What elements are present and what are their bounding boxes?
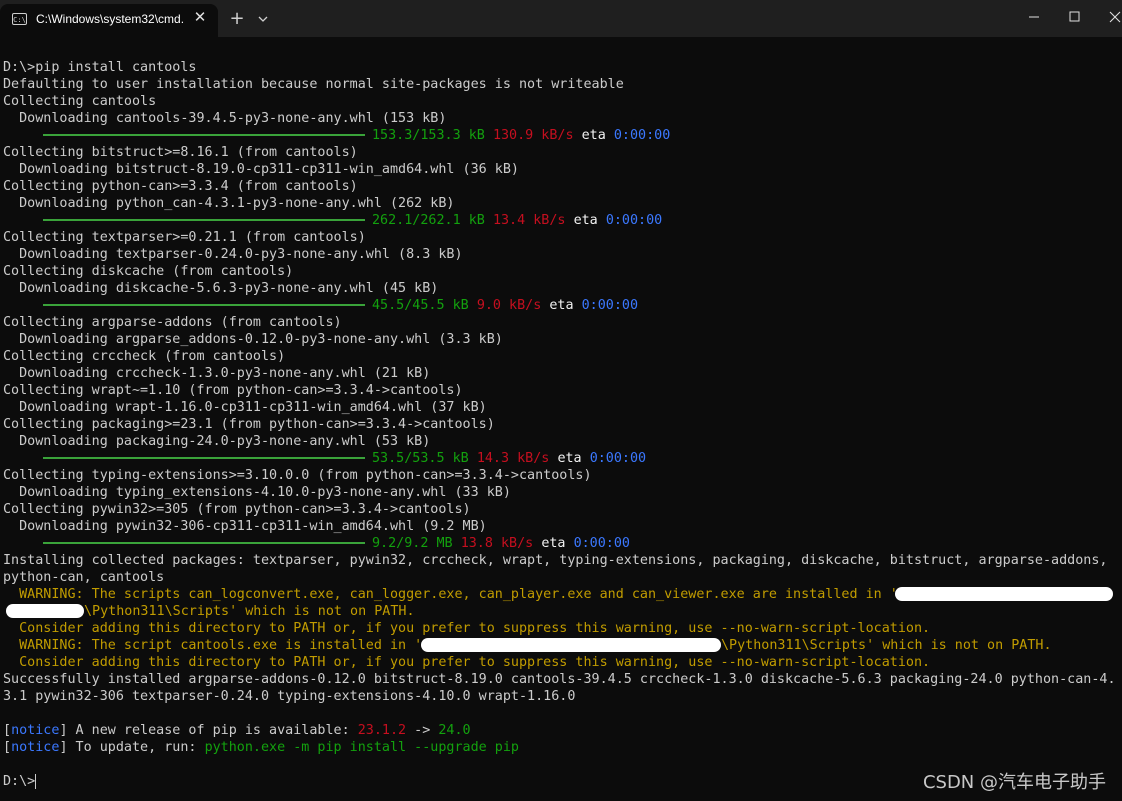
eta-value: 0:00:00 (589, 451, 647, 466)
progress-bar (43, 457, 365, 459)
progress-bar (43, 219, 365, 221)
output-line: Downloading wrapt-1.16.0-cp311-cp311-win… (3, 400, 487, 415)
output-line: Collecting packaging>=23.1 (from python-… (3, 417, 495, 432)
output-line: Collecting diskcache (from cantools) (3, 264, 294, 279)
terminal-tab[interactable]: C:\ C:\Windows\system32\cmd.e: ✕ (0, 4, 218, 37)
output-line: Collecting argparse-addons (from cantool… (3, 315, 342, 330)
chevron-down-icon[interactable] (254, 9, 272, 29)
notice-line: [notice] A new release of pip is availab… (3, 722, 471, 739)
eta-label: eta (581, 128, 606, 143)
redaction-mask (421, 638, 721, 652)
eta-value: 0:00:00 (573, 536, 630, 551)
cmd-icon: C:\ (12, 13, 27, 25)
progress-bar (43, 134, 365, 136)
output-line: Collecting pywin32>=305 (from python-can… (3, 502, 471, 517)
tab-close-icon[interactable]: ✕ (191, 8, 209, 26)
eta-label: eta (549, 298, 574, 313)
notice-text: To update, run: (67, 740, 205, 755)
progress-status: 153.3/153.3 kB 130.9 kB/s eta 0:00:00 (372, 127, 670, 144)
warning-line: WARNING: The scripts can_logconvert.exe,… (3, 587, 898, 602)
output-line: python-can, cantools (3, 570, 165, 585)
tab-title: C:\Windows\system32\cmd.e: (36, 12, 184, 26)
output-line: Downloading python_can-4.3.1-py3-none-an… (3, 196, 455, 211)
progress-speed: 9.0 kB/s (476, 298, 542, 313)
progress-bar (43, 304, 365, 306)
output-line: Downloading pywin32-306-cp311-cp311-win_… (3, 519, 487, 534)
progress-speed: 14.3 kB/s (476, 451, 550, 466)
minimize-icon[interactable] (1011, 0, 1057, 36)
output-line: Collecting textparser>=0.21.1 (from cant… (3, 230, 366, 245)
notice-bracket: ] (59, 723, 68, 738)
progress-done: 53.5/53.5 kB (372, 451, 469, 466)
title-bar: C:\ C:\Windows\system32\cmd.e: ✕ + (0, 0, 1122, 37)
warning-line: WARNING: The script cantools.exe is inst… (3, 638, 423, 653)
output-line: Collecting cantools (3, 94, 157, 109)
eta-label: eta (557, 451, 582, 466)
progress-done: 262.1/262.1 kB (372, 213, 485, 228)
warning-line: \Python311\Scripts' which is not on PATH… (84, 604, 415, 619)
notice-text: A new release of pip is available: (67, 723, 358, 738)
progress-speed: 13.4 kB/s (492, 213, 566, 228)
output-line: Downloading packaging-24.0-py3-none-any.… (3, 434, 431, 449)
close-window-icon[interactable] (1092, 0, 1122, 36)
eta-label: eta (541, 536, 566, 551)
eta-value: 0:00:00 (605, 213, 663, 228)
output-line: Defaulting to user installation because … (3, 77, 624, 92)
progress-speed: 130.9 kB/s (492, 128, 574, 143)
redaction-mask (895, 587, 1113, 601)
progress-status: 262.1/262.1 kB 13.4 kB/s eta 0:00:00 (372, 212, 662, 229)
notice-line: [notice] To update, run: python.exe -m p… (3, 739, 519, 756)
upgrade-command: python.exe -m pip install --upgrade pip (204, 740, 519, 755)
eta-value: 0:00:00 (581, 298, 639, 313)
warning-line: Consider adding this directory to PATH o… (3, 655, 931, 670)
progress-done: 153.3/153.3 kB (372, 128, 485, 143)
notice-bracket: ] (59, 740, 68, 755)
progress-speed: 13.8 kB/s (460, 536, 534, 551)
output-line: Collecting python-can>=3.3.4 (from canto… (3, 179, 358, 194)
output-line: Downloading diskcache-5.6.3-py3-none-any… (3, 281, 439, 296)
progress-status: 9.2/9.2 MB 13.8 kB/s eta 0:00:00 (372, 535, 630, 552)
output-line: Downloading argparse_addons-0.12.0-py3-n… (3, 332, 503, 347)
terminal-output[interactable]: D:\>pip install cantools Defaulting to u… (0, 37, 1122, 801)
new-tab-icon[interactable]: + (228, 9, 246, 29)
notice-tag: notice (11, 723, 60, 738)
redaction-mask (6, 604, 84, 618)
output-line: Installing collected packages: textparse… (3, 553, 1108, 568)
output-line: D:\>pip install cantools (3, 60, 197, 75)
progress-done: 9.2/9.2 MB (372, 536, 453, 551)
output-line: 3.1 pywin32-306 textparser-0.24.0 typing… (3, 689, 576, 704)
watermark: CSDN @汽车电子助手 (922, 772, 1106, 793)
new-version: 24.0 (438, 723, 471, 738)
output-line: Downloading textparser-0.24.0-py3-none-a… (3, 247, 463, 262)
progress-bar (43, 542, 365, 544)
warning-line: Consider adding this directory to PATH o… (3, 621, 931, 636)
command-prompt[interactable]: D:\> (3, 773, 37, 790)
progress-status: 53.5/53.5 kB 14.3 kB/s eta 0:00:00 (372, 450, 646, 467)
output-line: Collecting typing-extensions>=3.10.0.0 (… (3, 468, 592, 483)
eta-label: eta (573, 213, 598, 228)
output-line: Collecting crccheck (from cantools) (3, 349, 286, 364)
output-line: Downloading typing_extensions-4.10.0-py3… (3, 485, 511, 500)
version-arrow: -> (406, 723, 439, 738)
progress-done: 45.5/45.5 kB (372, 298, 469, 313)
notice-tag: notice (11, 740, 60, 755)
prompt-text: D:\> (3, 774, 36, 789)
eta-value: 0:00:00 (613, 128, 671, 143)
warning-line: \Python311\Scripts' which is not on PATH… (721, 638, 1052, 653)
notice-bracket: [ (3, 740, 12, 755)
output-line: Downloading cantools-39.4.5-py3-none-any… (3, 111, 447, 126)
progress-status: 45.5/45.5 kB 9.0 kB/s eta 0:00:00 (372, 297, 638, 314)
output-line: Downloading crccheck-1.3.0-py3-none-any.… (3, 366, 431, 381)
output-line: Collecting bitstruct>=8.16.1 (from canto… (3, 145, 358, 160)
notice-bracket: [ (3, 723, 12, 738)
output-line: Collecting wrapt~=1.10 (from python-can>… (3, 383, 463, 398)
output-line: Downloading bitstruct-8.19.0-cp311-cp311… (3, 162, 519, 177)
old-version: 23.1.2 (357, 723, 407, 738)
text-cursor (35, 773, 37, 789)
output-line: Successfully installed argparse-addons-0… (3, 672, 1116, 687)
